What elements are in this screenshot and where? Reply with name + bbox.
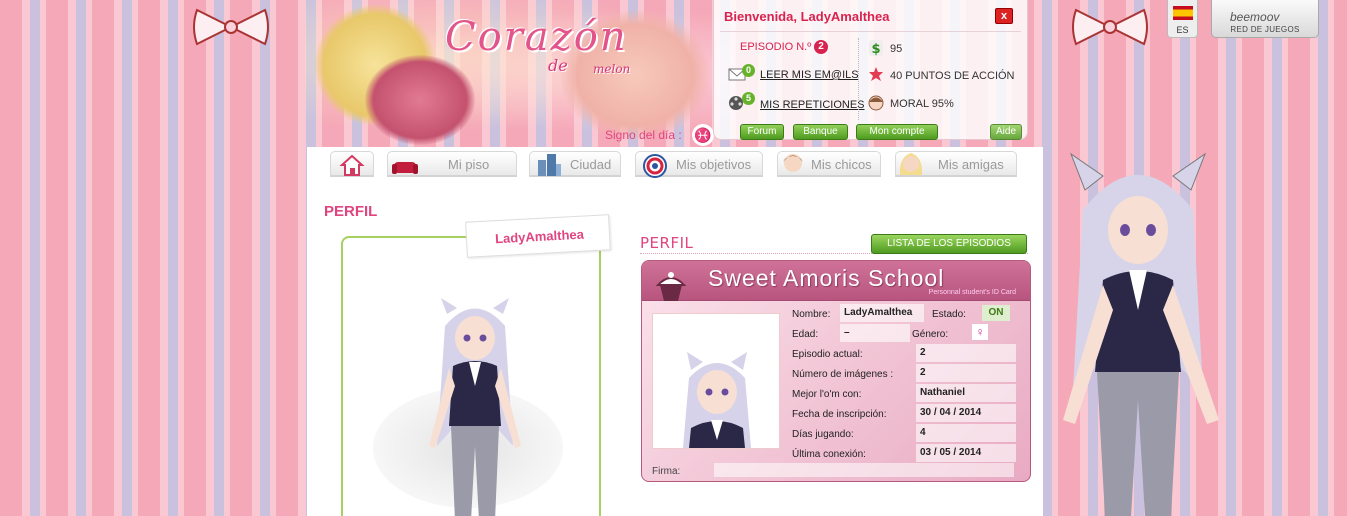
character-illustration: [1063, 152, 1219, 516]
logo-de: de: [548, 56, 568, 75]
tab-label: Mis objetivos: [676, 157, 752, 172]
action-points-value: 40 PUNTOS DE ACCIÓN: [890, 70, 1015, 82]
replays-count-badge: 5: [742, 92, 755, 105]
avatar-frame: [341, 236, 601, 516]
tab-label: Ciudad: [570, 157, 612, 172]
language-selector[interactable]: ES: [1167, 0, 1198, 38]
episodes-list-button[interactable]: LISTA DE LOS EPISODIOS: [871, 234, 1027, 254]
last-connection-value: 03 / 05 / 2014: [916, 444, 1016, 462]
id-photo-avatar: [683, 352, 751, 448]
username-label: LadyAmalthea: [494, 226, 585, 247]
network-logo: beemoov: [1230, 10, 1280, 24]
moral-face-icon: [868, 95, 884, 111]
action-points-icon: [869, 67, 883, 81]
signup-date-value: 30 / 04 / 2014: [916, 404, 1016, 422]
username-tag: LadyAmalthea: [465, 214, 611, 258]
days-played-value: 4: [916, 424, 1016, 442]
episode-value: 2: [916, 344, 1016, 362]
page-title: PERFIL: [324, 203, 378, 220]
best-friend-label: Mejor l'o'm con:: [792, 389, 862, 400]
tab-label: Mis amigas: [938, 157, 1004, 172]
my-replays-link[interactable]: MIS REPETICIONES: [760, 99, 865, 111]
student-id-card: Sweet Amoris School Personnal student's …: [641, 260, 1031, 482]
city-buildings-icon: [538, 154, 561, 176]
tab-home[interactable]: [330, 151, 374, 177]
network-badge[interactable]: beemoov RED DE JUEGOS: [1211, 0, 1319, 38]
id-photo: [652, 313, 780, 449]
tab-mis-chicos[interactable]: Mis chicos: [777, 151, 881, 177]
home-icon: [339, 154, 365, 176]
days-played-label: Días jugando:: [792, 429, 854, 440]
tab-mis-objetivos[interactable]: Mis objetivos: [635, 151, 763, 178]
logo-melon: melon: [593, 62, 631, 76]
age-value: –: [840, 324, 910, 342]
images-label: Número de imágenes :: [792, 369, 894, 380]
language-code: ES: [1176, 25, 1189, 35]
tab-ciudad[interactable]: Ciudad: [529, 151, 621, 177]
pisces-icon: ♓: [692, 124, 714, 146]
age-label: Edad:: [792, 329, 819, 340]
cupcake-icon: [655, 272, 687, 301]
tab-label: Mis chicos: [811, 157, 872, 172]
signature-field: [714, 463, 1014, 477]
forum-button[interactable]: Forum: [740, 124, 784, 140]
my-account-button[interactable]: Mon compte: [856, 124, 938, 140]
svg-text:$: $: [871, 42, 880, 56]
emails-count-badge: 0: [742, 64, 755, 77]
network-subtitle: RED DE JUEGOS: [1230, 25, 1300, 34]
best-friend-value: Nathaniel: [916, 384, 1016, 402]
main-nav: Mi piso Ciudad Mis objetivos Mis chicos …: [307, 148, 1043, 180]
help-button[interactable]: Aide: [990, 124, 1022, 140]
status-label: Estado:: [932, 309, 966, 320]
name-label: Nombre:: [792, 309, 831, 320]
tab-label: Mi piso: [448, 157, 490, 172]
welcome-panel: Bienvenida, LadyAmalthea x EPISODIO N.º …: [713, 0, 1028, 140]
status-badge: ON: [982, 305, 1010, 321]
welcome-divider: [720, 31, 1021, 32]
read-emails-link[interactable]: LEER MIS EM@ILS: [760, 69, 859, 81]
school-name: Sweet Amoris School: [708, 265, 945, 291]
episode-number-badge: 2: [814, 40, 828, 54]
moral-value: MORAL 95%: [890, 98, 954, 110]
dollar-icon: $: [869, 40, 883, 56]
sofa-icon: [392, 162, 418, 174]
avatar-figure: [429, 298, 521, 516]
images-value: 2: [916, 364, 1016, 382]
tab-mi-piso[interactable]: Mi piso: [387, 151, 517, 177]
site-logo[interactable]: Corazón: [445, 14, 628, 60]
name-value: LadyAmalthea: [840, 304, 924, 322]
welcome-vertical-divider: [858, 38, 859, 120]
spain-flag-icon: [1173, 6, 1193, 20]
boy-avatar-icon: [783, 154, 803, 172]
sign-of-day-label: Signo del día :: [605, 128, 682, 142]
id-card-subtitle: Personnal student's ID Card: [928, 289, 1016, 296]
bank-button[interactable]: Banque: [793, 124, 848, 140]
profile-subtitle: PERFIL: [640, 234, 694, 252]
female-icon: ♀: [972, 324, 988, 340]
last-connection-label: Última conexión:: [792, 449, 866, 460]
episode-label: Episodio actual:: [792, 349, 863, 360]
episode-label: EPISODIO N.º: [740, 41, 812, 53]
welcome-title: Bienvenida, LadyAmalthea: [724, 9, 890, 24]
target-icon: [643, 154, 667, 178]
gender-label: Género:: [912, 329, 949, 340]
bow-decoration-right: [1072, 8, 1148, 46]
signup-date-label: Fecha de inscripción:: [792, 409, 887, 420]
close-button[interactable]: x: [995, 8, 1013, 24]
girl-avatar-icon: [899, 153, 923, 175]
money-value: 95: [890, 43, 903, 55]
bow-decoration-left: [193, 8, 269, 46]
signature-label: Firma:: [652, 466, 681, 477]
tab-mis-amigas[interactable]: Mis amigas: [895, 151, 1017, 177]
